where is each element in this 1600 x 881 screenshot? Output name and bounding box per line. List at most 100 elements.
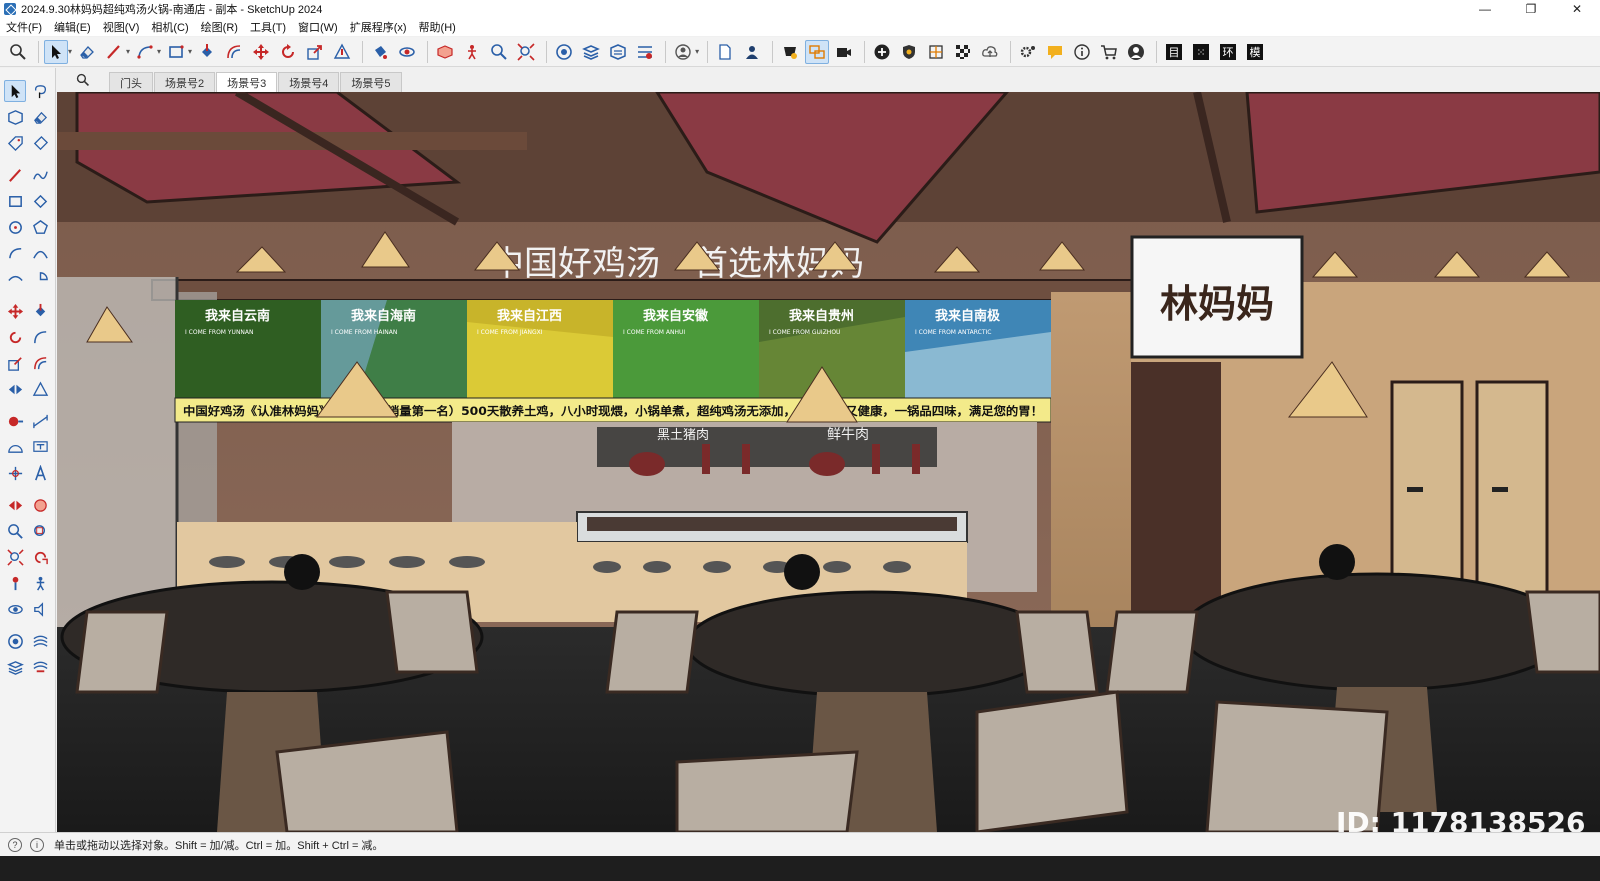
section-side-icon[interactable] [4,494,26,516]
extension-manager-icon[interactable] [633,40,657,64]
menu-extensions[interactable]: 扩展程序(x) [350,19,407,35]
sandbox-icon[interactable] [29,630,51,652]
follow-me-icon[interactable] [330,40,354,64]
zoom-extents-side-icon[interactable] [4,546,26,568]
menu-window[interactable]: 窗口(W) [298,19,338,35]
polygon-icon[interactable] [29,216,51,238]
menu-tools[interactable]: 工具(T) [250,19,286,35]
eraser-icon[interactable] [75,40,99,64]
protractor-icon[interactable] [4,436,26,458]
move-icon[interactable] [249,40,273,64]
text-label-icon[interactable] [29,436,51,458]
cart-icon[interactable] [1097,40,1121,64]
warehouse-icon[interactable] [552,40,576,64]
new-file-icon[interactable] [713,40,737,64]
follow-side-icon[interactable] [29,326,51,348]
previous-view-icon[interactable] [29,546,51,568]
look-around-icon[interactable] [4,598,26,620]
walk-side-icon[interactable] [29,572,51,594]
warehouse-side-icon[interactable] [4,630,26,652]
menu-help[interactable]: 帮助(H) [419,19,456,35]
layers-side-icon[interactable] [4,656,26,678]
scene-tab-3[interactable]: 场景号3 [216,72,278,92]
texture-icon[interactable] [924,40,948,64]
chat-icon[interactable] [1043,40,1067,64]
flip-icon[interactable] [4,378,26,400]
add-circle-icon[interactable] [870,40,894,64]
components-icon[interactable] [606,40,630,64]
position-camera-icon[interactable] [4,572,26,594]
scene-search-icon[interactable] [57,68,109,92]
minimize-button[interactable]: — [1462,0,1508,18]
scene-tab-5[interactable]: 场景号5 [340,72,402,92]
line-side-icon[interactable] [4,164,26,186]
zoom-extents-icon[interactable] [514,40,538,64]
panel-environment-icon[interactable]: 环 [1216,40,1240,64]
menu-edit[interactable]: 编辑(E) [54,19,91,35]
rotated-rect-icon[interactable] [29,190,51,212]
settings-gear-icon[interactable] [1016,40,1040,64]
sound-icon[interactable] [29,598,51,620]
rectangle-icon[interactable] [164,40,188,64]
push-pull-side-icon[interactable] [29,300,51,322]
menu-view[interactable]: 视图(V) [103,19,140,35]
circle-icon[interactable] [4,216,26,238]
select-tool-icon[interactable] [44,39,68,64]
tag-icon[interactable] [4,132,26,154]
material-plugin-icon[interactable] [778,40,802,64]
panel-dots-icon[interactable]: ⁙ [1189,40,1213,64]
pencil-line-icon[interactable] [102,40,126,64]
lasso-icon[interactable] [29,80,51,102]
scene-tab-2[interactable]: 场景号2 [154,72,216,92]
component-icon[interactable] [4,106,26,128]
zoom-icon[interactable] [487,40,511,64]
zoom-window-icon[interactable] [29,520,51,542]
section-fill-icon[interactable] [29,494,51,516]
profile-icon[interactable] [1124,40,1148,64]
scene-tab-1[interactable]: 门头 [109,72,153,92]
section-plane-icon[interactable] [433,40,457,64]
account-icon[interactable] [671,40,695,64]
offset-side-icon[interactable] [29,352,51,374]
freehand-icon[interactable] [29,164,51,186]
rotate-icon[interactable] [276,40,300,64]
paint-side-icon[interactable] [29,132,51,154]
arc-3pt-icon[interactable] [4,268,26,290]
camera-icon[interactable] [832,40,856,64]
arc-side-icon[interactable] [4,242,26,264]
pie-icon[interactable] [29,268,51,290]
close-button[interactable]: ✕ [1554,0,1600,18]
model-viewport[interactable]: 中国好鸡汤 首选林妈妈 我来自云南 我来自海南 我来自江西 我来自安徽 我来自贵… [57,92,1600,832]
search-icon[interactable] [6,40,30,64]
zoom-side-icon[interactable] [4,520,26,542]
arc-icon[interactable] [133,40,157,64]
dimension-icon[interactable] [29,410,51,432]
scale-side-icon[interactable] [4,352,26,374]
tape-measure-icon[interactable] [4,410,26,432]
orbit-icon[interactable] [395,40,419,64]
camera-sync-icon[interactable] [805,39,830,64]
push-pull-icon[interactable] [195,40,219,64]
help-icon[interactable]: ? [8,837,22,852]
panel-grid-icon[interactable]: 目 [1162,40,1186,64]
rectangle-side-icon[interactable] [4,190,26,212]
layers-icon[interactable] [579,40,603,64]
move-side-icon[interactable] [4,300,26,322]
scene-tab-4[interactable]: 场景号4 [278,72,340,92]
menu-draw[interactable]: 绘图(R) [201,19,238,35]
info-status-icon[interactable]: i [30,837,44,852]
info-icon[interactable] [1070,40,1094,64]
walk-icon[interactable] [460,40,484,64]
shield-icon[interactable] [897,40,921,64]
menu-file[interactable]: 文件(F) [6,19,42,35]
menu-camera[interactable]: 相机(C) [151,19,188,35]
triangle-icon[interactable] [29,378,51,400]
eraser-side-icon[interactable] [29,106,51,128]
axes-icon[interactable] [4,462,26,484]
arc-2pt-icon[interactable] [29,242,51,264]
stamp-icon[interactable] [29,656,51,678]
scale-icon[interactable] [303,40,327,64]
select-arrow-icon[interactable] [4,80,26,102]
rotate-side-icon[interactable] [4,326,26,348]
user-icon[interactable] [740,40,764,64]
